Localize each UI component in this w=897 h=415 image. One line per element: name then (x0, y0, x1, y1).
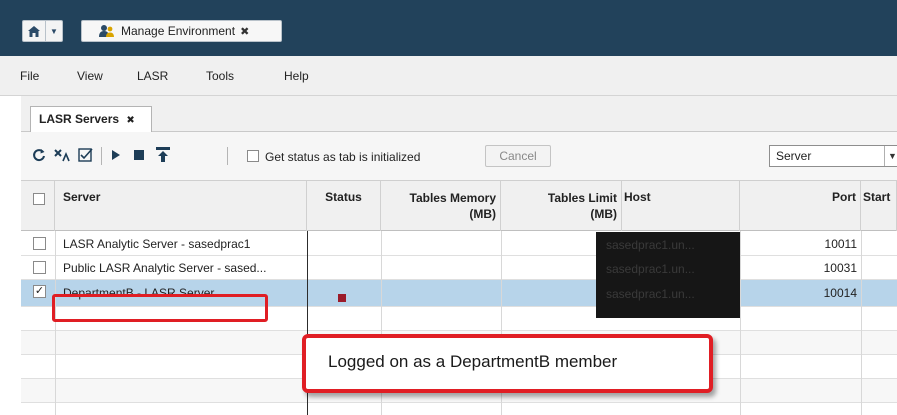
menu-tools[interactable]: Tools (206, 69, 234, 83)
content-tab-strip: LASR Servers ✖ (21, 96, 897, 133)
people-icon (99, 25, 114, 37)
host-cell: sasedprac1.un... (606, 262, 695, 276)
callout-text: Logged on as a DepartmentB member (328, 352, 618, 371)
get-status-label: Get status as tab is initialized (265, 150, 421, 164)
home-menu-dropdown[interactable]: ▼ (46, 20, 63, 42)
menu-help[interactable]: Help (284, 69, 309, 83)
tab-title: Manage Environment (121, 24, 236, 38)
highlight-outline (52, 294, 268, 322)
row-checkbox[interactable] (33, 237, 46, 250)
chevron-down-icon[interactable]: ▼ (884, 146, 897, 166)
server-name-cell: LASR Analytic Server - sasedprac1 (63, 237, 251, 251)
grid-header: Server Status Tables Memory (MB) Tables … (21, 181, 897, 231)
column-header-tables-limit[interactable]: Tables Limit (MB) (501, 181, 622, 231)
port-cell: 10011 (824, 237, 857, 251)
stop-icon[interactable] (133, 147, 145, 163)
toolbar-separator (227, 147, 228, 165)
annotation-callout: Logged on as a DepartmentB member (302, 334, 713, 393)
row-checkbox[interactable] (33, 261, 46, 274)
table-row[interactable]: Public LASR Analytic Server - sased... 1… (21, 256, 897, 280)
column-header-start[interactable]: Start (861, 181, 897, 231)
load-table-icon[interactable] (155, 147, 171, 163)
column-divider (861, 231, 862, 415)
table-row[interactable]: LASR Analytic Server - sasedprac1 10011 (21, 232, 897, 256)
server-name-cell: Public LASR Analytic Server - sased... (63, 261, 267, 275)
menu-view[interactable]: View (77, 69, 103, 83)
tab-manage-environment[interactable]: Manage Environment ✖ (81, 20, 282, 42)
check-list-icon[interactable] (78, 147, 94, 163)
column-header-host[interactable]: Host (622, 181, 740, 231)
host-cell: sasedprac1.un... (606, 287, 695, 301)
host-redaction: sasedprac1.un... sasedprac1.un... sasedp… (596, 232, 740, 318)
column-divider (55, 231, 56, 415)
row-checkbox[interactable]: ✓ (33, 285, 46, 298)
toolbar: Get status as tab is initialized Cancel … (21, 132, 897, 181)
column-header-server[interactable]: Server (55, 181, 307, 231)
column-divider (740, 231, 741, 415)
column-header-port[interactable]: Port (740, 181, 861, 231)
home-button[interactable] (22, 20, 46, 42)
port-cell: 10014 (823, 286, 857, 300)
application-bar: ▼ Manage Environment ✖ (0, 0, 897, 56)
select-all-checkbox[interactable] (33, 193, 45, 205)
close-tab-icon[interactable]: ✖ (240, 25, 249, 38)
cancel-button[interactable]: Cancel (485, 145, 551, 167)
menu-bar: File View LASR Tools Help (0, 56, 897, 96)
menu-file[interactable]: File (20, 69, 39, 83)
tab-lasr-servers[interactable]: LASR Servers ✖ (30, 106, 152, 133)
play-icon[interactable] (110, 147, 122, 163)
tab-label: LASR Servers (39, 112, 120, 126)
refresh-icon[interactable] (32, 147, 46, 163)
host-cell: sasedprac1.un... (606, 238, 695, 252)
column-header-tables-memory[interactable]: Tables Memory (MB) (381, 181, 501, 231)
home-icon (28, 25, 40, 37)
filter-select-value: Server (776, 149, 812, 163)
port-cell: 10031 (823, 261, 857, 275)
close-tab-icon[interactable]: ✖ (126, 115, 134, 126)
get-status-checkbox[interactable] (247, 150, 259, 162)
toolbar-separator (101, 147, 102, 165)
clear-status-icon[interactable] (54, 147, 70, 163)
filter-select[interactable]: Server ▼ (769, 145, 897, 167)
chevron-down-icon: ▼ (50, 26, 58, 36)
server-stopped-status-icon (338, 294, 346, 302)
column-header-select (21, 181, 55, 231)
menu-lasr[interactable]: LASR (137, 69, 168, 83)
column-header-status[interactable]: Status (307, 181, 381, 231)
